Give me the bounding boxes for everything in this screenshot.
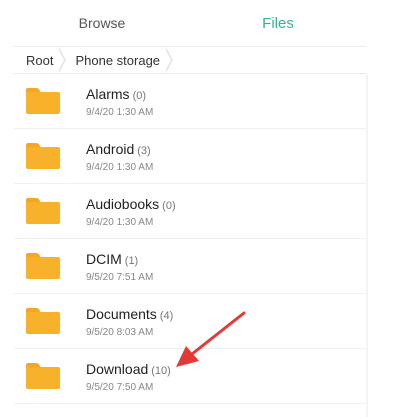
folder-date: 9/4/20 1:30 AM: [86, 106, 154, 118]
folder-name-text: Android: [86, 140, 135, 157]
folder-name-text: Download: [86, 360, 149, 377]
folder-icon: [26, 198, 60, 224]
folder-name: Android (3): [86, 140, 153, 160]
folder-name-text: Documents: [86, 305, 157, 322]
tab-browse[interactable]: Browse: [14, 0, 190, 46]
list-item-dcim[interactable]: DCIM (1) 9/5/20 7:51 AM: [14, 239, 366, 294]
breadcrumb-phone-storage[interactable]: Phone storage: [65, 47, 173, 73]
folder-name: Documents (4): [86, 305, 173, 325]
list-item-download[interactable]: Download (10) 9/5/20 7:50 AM: [14, 349, 366, 404]
folder-count: (10): [151, 364, 171, 377]
folder-name-text: DCIM: [86, 250, 122, 267]
folder-name: DCIM (1): [86, 250, 153, 270]
folder-name: Audiobooks (0): [86, 195, 176, 215]
folder-icon: [26, 143, 60, 169]
folder-date: 9/5/20 8:03 AM: [86, 326, 154, 338]
folder-meta: Android (3) 9/4/20 1:30 AM: [86, 140, 153, 173]
folder-count: (3): [137, 144, 151, 157]
folder-count: (0): [132, 89, 147, 102]
folder-icon: [26, 308, 60, 334]
folder-list: Alarms (0) 9/4/20 1:30 AM Android (3) 9/4/…: [14, 74, 366, 404]
folder-icon: [26, 363, 60, 389]
breadcrumb: Root Phone storage: [14, 47, 366, 74]
folder-count: (0): [162, 199, 176, 212]
folder-meta: Download (10) 9/5/20 7:50 AM: [86, 360, 171, 393]
top-tab-bar: Browse Files: [14, 0, 366, 47]
list-item-android[interactable]: Android (3) 9/4/20 1:30 AM: [14, 129, 366, 184]
folder-date: 9/4/20 1:30 AM: [86, 161, 154, 173]
folder-meta: Audiobooks (0) 9/4/20 1:30 AM: [86, 195, 176, 228]
list-item-audiobooks[interactable]: Audiobooks (0) 9/4/20 1:30 AM: [14, 184, 366, 239]
folder-meta: Alarms (0) 9/4/20 1:30 AM: [86, 85, 153, 118]
folder-icon: [26, 88, 60, 114]
tab-files[interactable]: Files: [190, 0, 366, 46]
folder-name-text: Alarms: [86, 85, 130, 102]
folder-meta: Documents (4) 9/5/20 8:03 AM: [86, 305, 173, 338]
breadcrumb-root[interactable]: Root: [14, 47, 67, 73]
folder-count: (1): [124, 254, 139, 267]
folder-name: Download (10): [86, 360, 171, 380]
folder-count: (4): [159, 309, 174, 322]
folder-icon: [26, 253, 60, 279]
folder-name: Alarms (0): [86, 85, 153, 105]
list-item-documents[interactable]: Documents (4) 9/5/20 8:03 AM: [14, 294, 366, 349]
folder-name-text: Audiobooks: [86, 195, 160, 212]
file-manager-screen: Browse Files Root Phone storage Alarms (0…: [14, 0, 368, 417]
folder-date: 9/5/20 7:50 AM: [86, 381, 154, 393]
list-edge: [366, 74, 368, 417]
list-item-alarms[interactable]: Alarms (0) 9/4/20 1:30 AM: [14, 74, 366, 129]
folder-date: 9/4/20 1:30 AM: [86, 216, 154, 228]
folder-meta: DCIM (1) 9/5/20 7:51 AM: [86, 250, 153, 283]
folder-date: 9/5/20 7:51 AM: [86, 271, 154, 283]
